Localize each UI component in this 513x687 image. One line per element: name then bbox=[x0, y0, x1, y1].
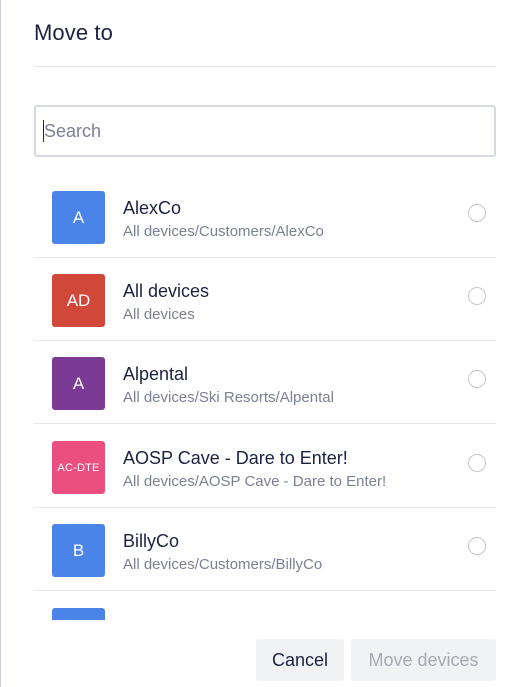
list-item[interactable]: A Alpental All devices/Ski Resorts/Alpen… bbox=[34, 341, 496, 424]
avatar: A bbox=[52, 357, 105, 410]
list-item[interactable]: A AlexCo All devices/Customers/AlexCo bbox=[34, 175, 496, 258]
item-name: BillyCo bbox=[123, 531, 180, 551]
group-list[interactable]: A AlexCo All devices/Customers/AlexCo AD… bbox=[34, 175, 496, 620]
item-name: Alpental bbox=[123, 364, 189, 384]
item-path: All devices/Customers/AlexCo bbox=[123, 223, 324, 240]
search-input[interactable] bbox=[36, 107, 494, 155]
move-to-dialog: Move to A AlexCo All devices/Customers/A… bbox=[0, 0, 513, 687]
avatar: B bbox=[52, 524, 105, 577]
item-name: All devices bbox=[123, 281, 210, 301]
item-path: All devices bbox=[123, 306, 195, 323]
avatar: A bbox=[52, 191, 105, 244]
select-radio[interactable] bbox=[468, 204, 486, 222]
select-radio[interactable] bbox=[468, 537, 486, 555]
item-path: All devices/Customers/BillyCo bbox=[123, 556, 323, 573]
avatar: AC-DTE bbox=[52, 441, 105, 494]
select-radio[interactable] bbox=[468, 370, 486, 388]
dialog-title: Move to bbox=[34, 20, 113, 45]
list-item[interactable]: AC-DTE AOSP Cave - Dare to Enter! All de… bbox=[34, 425, 496, 508]
item-path: All devices/Ski Resorts/Alpental bbox=[123, 389, 334, 406]
title-divider bbox=[34, 66, 496, 67]
list-item[interactable]: AD All devices All devices bbox=[34, 258, 496, 341]
avatar: AD bbox=[52, 274, 105, 327]
list-item[interactable] bbox=[34, 592, 496, 620]
avatar bbox=[52, 608, 105, 620]
move-devices-button[interactable]: Move devices bbox=[351, 639, 496, 681]
select-radio[interactable] bbox=[468, 287, 486, 305]
cancel-button[interactable]: Cancel bbox=[256, 639, 344, 681]
list-item[interactable]: B BillyCo All devices/Customers/BillyCo bbox=[34, 508, 496, 591]
search-field[interactable] bbox=[34, 105, 496, 157]
select-radio[interactable] bbox=[468, 454, 486, 472]
item-name: AlexCo bbox=[123, 198, 182, 218]
text-caret bbox=[43, 120, 44, 142]
item-name: AOSP Cave - Dare to Enter! bbox=[123, 448, 348, 468]
item-path: All devices/AOSP Cave - Dare to Enter! bbox=[123, 473, 387, 490]
